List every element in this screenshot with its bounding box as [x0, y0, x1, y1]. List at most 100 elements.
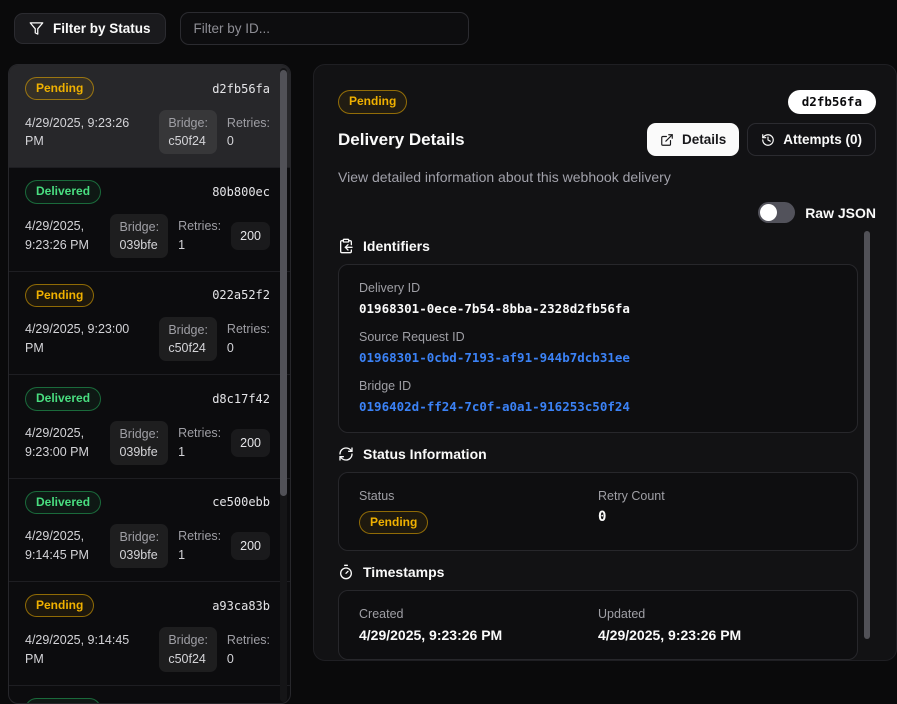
panel-badges-row: Pending d2fb56fa	[338, 90, 876, 114]
topbar: Filter by Status	[14, 12, 469, 45]
retries-value: 1	[178, 546, 221, 565]
bridge-id-field: Bridge ID 0196402d-ff24-7c0f-a0a1-916253…	[359, 379, 837, 414]
delivery-timestamp: 4/29/2025, 9:23:00 PM	[25, 424, 100, 462]
retries-value: 0	[227, 650, 270, 669]
item-header-row: Delivered ce500ebb	[25, 491, 270, 514]
retries-label: Retries:	[178, 424, 221, 443]
source-request-id-link[interactable]: 01968301-0cbd-7193-af91-944b7dcb31ee	[359, 350, 837, 365]
created-value: 4/29/2025, 9:23:26 PM	[359, 627, 598, 643]
sidebar-scrollbar-track[interactable]	[280, 68, 287, 702]
retry-count-label: Retry Count	[598, 489, 837, 503]
bridge-value: 039bfe	[119, 236, 159, 254]
detail-status-badge: Pending	[338, 90, 407, 113]
delivery-id-label: Delivery ID	[359, 281, 837, 295]
item-header-row: Delivered 80b800ec	[25, 180, 270, 203]
bridge-id-label: Bridge ID	[359, 379, 837, 393]
response-code-chip: 200	[231, 532, 270, 560]
item-header-row: Pending a93ca83b	[25, 594, 270, 617]
bridge-label: Bridge:	[168, 114, 208, 132]
bridge-label: Bridge:	[119, 528, 159, 546]
delivery-timestamp: 4/29/2025, 9:23:26 PM	[25, 217, 100, 255]
retries-value: 0	[227, 339, 270, 358]
delivery-list: Pending d2fb56fa 4/29/2025, 9:23:26 PM B…	[9, 65, 290, 704]
updated-label: Updated	[598, 607, 837, 621]
updated-value: 4/29/2025, 9:23:26 PM	[598, 627, 837, 643]
filter-icon	[29, 21, 44, 36]
item-meta-row: 4/29/2025, 9:23:26 PM Bridge: c50f24 Ret…	[25, 110, 270, 154]
delivery-list-item[interactable]: Delivered ce500ebb 4/29/2025, 9:14:45 PM…	[9, 479, 290, 582]
bridge-label: Bridge:	[168, 631, 208, 649]
status-badge: Pending	[25, 284, 94, 307]
delivery-list-item[interactable]: Delivered 0bd8265f 4/29/2025, 9:14:34 PM…	[9, 686, 290, 704]
timestamps-header: Timestamps	[338, 564, 858, 580]
retry-count-column: Retry Count 0	[598, 489, 837, 534]
panel-title-row: Delivery Details Details Attempts (0)	[338, 123, 876, 156]
refresh-icon	[338, 446, 354, 462]
created-column: Created 4/29/2025, 9:23:26 PM	[359, 607, 598, 643]
status-badge: Delivered	[25, 491, 101, 514]
delivery-list-item[interactable]: Delivered d8c17f42 4/29/2025, 9:23:00 PM…	[9, 375, 290, 478]
status-value-badge: Pending	[359, 511, 428, 534]
sidebar-scrollbar-thumb[interactable]	[280, 70, 287, 496]
delivery-id-value: 01968301-0ece-7b54-8bba-2328d2fb56fa	[359, 301, 837, 316]
retries-block: Retries: 1	[178, 217, 221, 255]
bridge-value: c50f24	[168, 132, 208, 150]
raw-json-toggle[interactable]	[758, 202, 795, 223]
delivery-list-item[interactable]: Pending d2fb56fa 4/29/2025, 9:23:26 PM B…	[9, 65, 290, 168]
status-info-header: Status Information	[338, 446, 858, 462]
toggle-knob	[760, 204, 777, 221]
item-meta-row: 4/29/2025, 9:14:45 PM Bridge: c50f24 Ret…	[25, 627, 270, 671]
bridge-value: c50f24	[168, 339, 208, 357]
clipboard-copy-icon	[338, 238, 354, 254]
retries-label: Retries:	[178, 527, 221, 546]
delivery-short-id: d8c17f42	[212, 392, 270, 406]
item-meta-row: 4/29/2025, 9:14:45 PM Bridge: 039bfe Ret…	[25, 524, 270, 568]
delivery-short-id: 80b800ec	[212, 185, 270, 199]
bridge-value: c50f24	[168, 650, 208, 668]
status-badge: Pending	[25, 594, 94, 617]
bridge-value: 039bfe	[119, 546, 159, 564]
status-badge: Pending	[25, 77, 94, 100]
delivery-detail-panel: Pending d2fb56fa Delivery Details Detail…	[313, 64, 897, 661]
delivery-list-item[interactable]: Delivered 80b800ec 4/29/2025, 9:23:26 PM…	[9, 168, 290, 271]
status-badge: Delivered	[25, 698, 101, 704]
retries-label: Retries:	[227, 631, 270, 650]
retries-block: Retries: 1	[178, 527, 221, 565]
page-title: Delivery Details	[338, 130, 465, 150]
updated-column: Updated 4/29/2025, 9:23:26 PM	[598, 607, 837, 643]
status-info-section: Status Information Status Pending Retry …	[338, 446, 858, 551]
delivery-list-item[interactable]: Pending 022a52f2 4/29/2025, 9:23:00 PM B…	[9, 272, 290, 375]
delivery-id-field: Delivery ID 01968301-0ece-7b54-8bba-2328…	[359, 281, 837, 316]
bridge-chip: Bridge: c50f24	[159, 110, 217, 154]
panel-scrollbar-thumb[interactable]	[864, 231, 870, 639]
history-icon	[761, 133, 775, 147]
delivery-sidebar: Pending d2fb56fa 4/29/2025, 9:23:26 PM B…	[8, 64, 291, 704]
bridge-id-link[interactable]: 0196402d-ff24-7c0f-a0a1-916253c50f24	[359, 399, 837, 414]
delivery-short-id: ce500ebb	[212, 495, 270, 509]
attempts-tab-label: Attempts (0)	[783, 132, 862, 147]
item-header-row: Delivered d8c17f42	[25, 387, 270, 410]
delivery-short-id: a93ca83b	[212, 599, 270, 613]
bridge-label: Bridge:	[168, 321, 208, 339]
bridge-chip: Bridge: c50f24	[159, 317, 217, 361]
item-header-row: Pending 022a52f2	[25, 284, 270, 307]
status-column: Status Pending	[359, 489, 598, 534]
filter-by-status-label: Filter by Status	[53, 21, 151, 36]
attempts-tab-button[interactable]: Attempts (0)	[747, 123, 876, 156]
delivery-timestamp: 4/29/2025, 9:23:00 PM	[25, 320, 149, 358]
delivery-timestamp: 4/29/2025, 9:14:45 PM	[25, 527, 100, 565]
delivery-timestamp: 4/29/2025, 9:23:26 PM	[25, 114, 149, 152]
delivery-list-item[interactable]: Pending a93ca83b 4/29/2025, 9:14:45 PM B…	[9, 582, 290, 685]
bridge-label: Bridge:	[119, 425, 159, 443]
delivery-short-id: 022a52f2	[212, 288, 270, 302]
panel-subtitle: View detailed information about this web…	[338, 169, 876, 185]
identifiers-heading: Identifiers	[363, 238, 430, 254]
created-label: Created	[359, 607, 598, 621]
details-tab-label: Details	[682, 132, 726, 147]
bridge-chip: Bridge: 039bfe	[110, 421, 168, 465]
bridge-value: 039bfe	[119, 443, 159, 461]
details-tab-button[interactable]: Details	[647, 123, 739, 156]
external-link-icon	[660, 133, 674, 147]
filter-by-id-input[interactable]	[180, 12, 469, 45]
filter-by-status-button[interactable]: Filter by Status	[14, 13, 166, 44]
